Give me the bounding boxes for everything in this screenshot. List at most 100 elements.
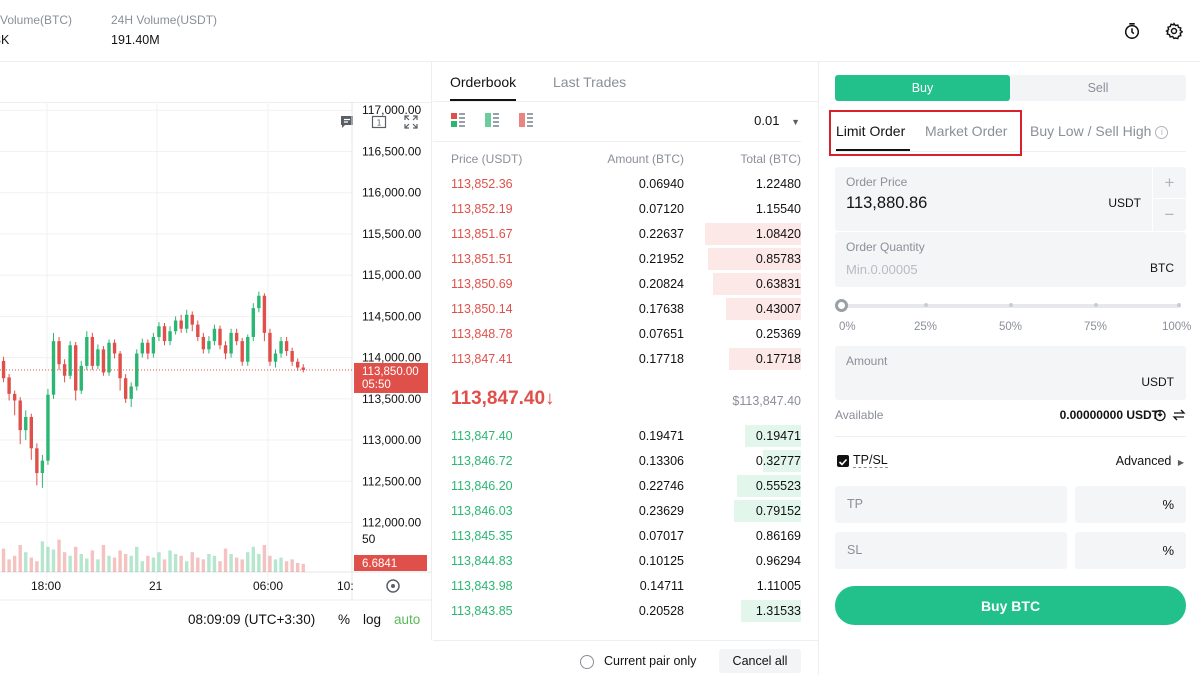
market-order-tab[interactable]: Market Order (925, 123, 1007, 139)
percent-scale-toggle[interactable]: % (338, 612, 350, 627)
amount-field[interactable]: Amount USDT (835, 346, 1186, 400)
buy-low-sell-high-label: Buy Low / Sell High (1030, 123, 1152, 139)
decrease-price-button[interactable]: − (1153, 199, 1186, 231)
ask-amount: 0.17718 (638, 352, 684, 366)
candle-body (107, 342, 111, 373)
tab-orderbook[interactable]: Orderbook (450, 74, 517, 101)
candle-body (251, 308, 255, 337)
price-stepper: + − (1152, 167, 1186, 231)
ask-row[interactable]: 113,850.69 0.20824 0.63831 (433, 272, 801, 296)
current-pair-radio[interactable] (580, 655, 594, 669)
volume-bar (90, 550, 95, 572)
ask-row[interactable]: 113,851.67 0.22637 1.08420 (433, 222, 801, 246)
candle-body (90, 336, 95, 366)
bid-row[interactable]: 113,843.85 0.20528 1.31533 (433, 599, 801, 623)
ask-row[interactable]: 113,847.41 0.17718 0.17718 (433, 347, 801, 371)
orders-footer: Current pair only Cancel all (433, 640, 818, 675)
slider-tick (1177, 303, 1181, 307)
order-quantity-placeholder[interactable]: Min.0.00005 (846, 262, 918, 277)
buy-btc-button[interactable]: Buy BTC (835, 586, 1186, 625)
volume-bar (273, 559, 278, 572)
amount-column-header: Amount (BTC) (607, 152, 684, 166)
bid-row[interactable]: 113,844.83 0.10125 0.96294 (433, 549, 801, 573)
volume-bar (212, 555, 217, 572)
slider-label-100[interactable]: 100% (1162, 321, 1191, 333)
orderbook-bids-icon[interactable] (484, 112, 500, 128)
cancel-all-button[interactable]: Cancel all (719, 649, 801, 673)
bid-row[interactable]: 113,846.03 0.23629 0.79152 (433, 499, 801, 523)
buy-tab[interactable]: Buy (835, 75, 1010, 101)
tab-last-trades[interactable]: Last Trades (553, 74, 626, 90)
price-axis-label: 112,000.00 (362, 516, 421, 530)
ask-row[interactable]: 113,852.36 0.06940 1.22480 (433, 172, 801, 196)
tp-input[interactable]: TP (835, 486, 1067, 523)
current-pair-label[interactable]: Current pair only (604, 654, 696, 668)
chart-settings-icon[interactable] (391, 584, 395, 588)
slider-label-75[interactable]: 75% (1084, 321, 1107, 333)
order-price-value[interactable]: 113,880.86 (846, 194, 927, 213)
bid-row[interactable]: 113,847.40 0.19471 0.19471 (433, 424, 801, 448)
ask-row[interactable]: 113,851.51 0.21952 0.85783 (433, 247, 801, 271)
slider-label-0[interactable]: 0% (839, 321, 856, 333)
order-price-field[interactable]: Order Price 113,880.86 USDT + − (835, 167, 1186, 231)
slider-label-50[interactable]: 50% (999, 321, 1022, 333)
bid-total: 0.96294 (755, 554, 801, 568)
increase-price-button[interactable]: + (1153, 167, 1186, 199)
candle-body (168, 331, 172, 342)
volume-bar (240, 559, 244, 572)
limit-order-tab[interactable]: Limit Order (836, 123, 905, 139)
candle-body (157, 326, 161, 337)
time-axis-label: 06:00 (253, 579, 283, 593)
order-price-label: Order Price (846, 175, 908, 189)
amount-unit: USDT (1141, 375, 1174, 389)
ask-amount: 0.07120 (638, 202, 684, 216)
ask-row[interactable]: 113,848.78 0.07651 0.25369 (433, 322, 801, 346)
ask-row[interactable]: 113,850.14 0.17638 0.43007 (433, 297, 801, 321)
precision-select[interactable]: 0.01 ▼ (754, 113, 800, 128)
buy-low-sell-high-tab[interactable]: Buy Low / Sell High i (1030, 123, 1169, 139)
sl-input[interactable]: SL (835, 532, 1067, 569)
total-column-header: Total (BTC) (740, 152, 801, 166)
candle-body (101, 349, 106, 373)
auto-scale-toggle[interactable]: auto (394, 612, 420, 627)
bid-row[interactable]: 113,843.98 0.14711 1.11005 (433, 574, 801, 598)
volume-bar (123, 554, 128, 572)
chart-clock: 08:09:09 (UTC+3:30) (188, 612, 316, 627)
settings-gear-icon[interactable] (1163, 20, 1185, 42)
time-axis-label: 18:00 (31, 579, 61, 593)
bid-total: 0.32777 (755, 454, 801, 468)
volume-bar (12, 555, 17, 572)
info-icon[interactable]: i (1155, 126, 1169, 139)
bid-amount: 0.22746 (638, 479, 684, 493)
tpsl-checkbox[interactable] (837, 455, 849, 467)
sl-percent-input[interactable]: % (1075, 532, 1186, 569)
order-quantity-field[interactable]: Order Quantity Min.0.00005 BTC (835, 232, 1186, 287)
bid-price: 113,845.35 (451, 529, 513, 543)
tpsl-label[interactable]: TP/SL (853, 453, 888, 468)
advanced-toggle[interactable]: Advanced ▶ (1116, 454, 1184, 468)
ask-total: 1.08420 (755, 227, 801, 241)
orderbook-both-icon[interactable] (450, 112, 466, 128)
candlestick-chart[interactable]: 117,000.00 116,500.00 116,000.00 115,500.00… (0, 62, 432, 640)
timer-icon[interactable] (1121, 20, 1143, 42)
ask-row[interactable]: 113,852.19 0.07120 1.15540 (433, 197, 801, 221)
candle-body (129, 386, 133, 399)
deposit-icon[interactable] (1153, 408, 1167, 422)
sell-tab[interactable]: Sell (1010, 75, 1186, 101)
ask-price: 113,851.51 (451, 252, 513, 266)
bid-row[interactable]: 113,846.72 0.13306 0.32777 (433, 449, 801, 473)
bid-amount: 0.23629 (638, 504, 684, 518)
bid-row[interactable]: 113,846.20 0.22746 0.55523 (433, 474, 801, 498)
transfer-icon[interactable] (1172, 408, 1186, 422)
bid-row[interactable]: 113,845.35 0.07017 0.86169 (433, 524, 801, 548)
quantity-slider-thumb[interactable] (835, 299, 848, 312)
candle-body (290, 351, 294, 362)
candle-body (29, 416, 33, 449)
volume-bar (190, 552, 194, 572)
log-scale-toggle[interactable]: log (363, 612, 381, 627)
tp-percent-input[interactable]: % (1075, 486, 1186, 523)
slider-label-25[interactable]: 25% (914, 321, 937, 333)
volume-bar (279, 557, 283, 572)
orderbook-asks-icon[interactable] (518, 112, 534, 128)
volume-usdt-label: 24H Volume(USDT) (111, 13, 218, 27)
